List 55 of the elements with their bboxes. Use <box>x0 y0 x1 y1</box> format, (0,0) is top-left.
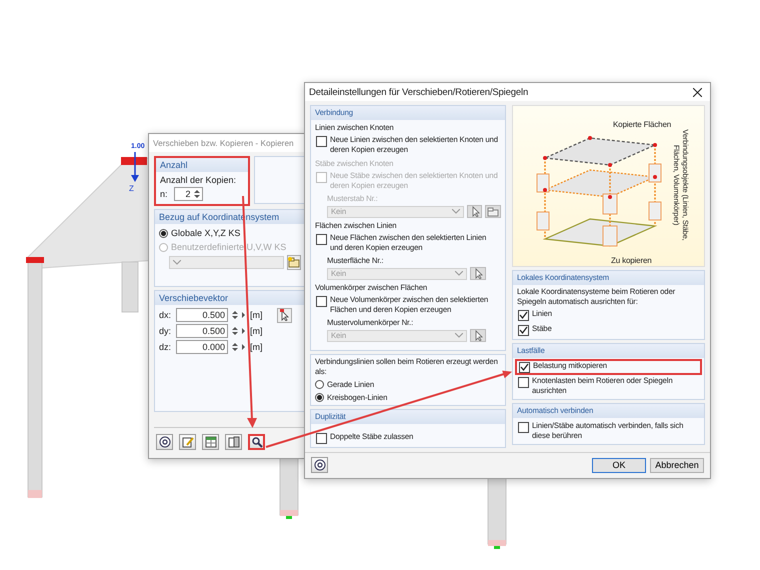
close-icon[interactable] <box>693 88 702 96</box>
illustration-label: Kopierte Flächen <box>613 120 672 129</box>
help-button[interactable] <box>156 434 173 450</box>
field-label: dz: <box>159 342 172 352</box>
search-button[interactable] <box>248 434 265 450</box>
spin-arrows-icon[interactable] <box>192 188 201 200</box>
chevron-down-icon <box>455 333 463 338</box>
chevron-down-icon <box>452 209 460 214</box>
window-title: Detaileinstellungen für Verschieben/Rotieren/Spiegeln <box>309 86 528 98</box>
axis-arrow-icon <box>131 152 139 182</box>
radio-label: Benutzerdefinierte U,V,W KS <box>171 242 286 252</box>
unit-label: [m] <box>250 326 264 336</box>
checkbox[interactable] <box>518 325 529 336</box>
field-label: dy: <box>159 326 172 336</box>
spin-arrows-icon[interactable] <box>231 325 247 337</box>
help-button[interactable] <box>311 457 328 473</box>
ok-button[interactable]: OK <box>592 458 646 472</box>
checkbox[interactable] <box>518 310 529 321</box>
group-title: Anzahl <box>156 158 248 172</box>
pick-button[interactable] <box>470 329 486 342</box>
spin-arrows-icon[interactable] <box>231 309 247 321</box>
checkbox[interactable] <box>519 362 530 373</box>
radio-label: Globale X,Y,Z KS <box>171 228 240 238</box>
unit-label: [m] <box>250 342 264 352</box>
pick-button[interactable] <box>470 267 486 280</box>
vector-input[interactable]: 0.500 <box>176 324 228 338</box>
axis-label: Z <box>129 184 134 193</box>
checkbox[interactable] <box>316 296 327 307</box>
radio-button[interactable] <box>315 380 324 388</box>
field-label: dx: <box>159 310 172 320</box>
chevron-down-icon <box>455 271 463 276</box>
checkbox[interactable] <box>316 234 327 245</box>
view-button[interactable] <box>225 434 242 450</box>
vector-input[interactable]: 0.000 <box>176 340 228 354</box>
checkbox[interactable] <box>316 433 327 444</box>
checkbox[interactable] <box>316 136 327 147</box>
new-coordinate-system-button[interactable] <box>286 255 301 270</box>
pick-button[interactable] <box>277 308 292 322</box>
checkbox[interactable] <box>518 422 529 433</box>
window-title: Verschieben bzw. Kopieren - Kopieren <box>149 134 306 152</box>
radio-button[interactable] <box>159 228 168 238</box>
field-label: n: <box>160 189 168 199</box>
edit-button[interactable] <box>179 434 196 450</box>
chevron-down-icon <box>173 260 181 265</box>
vector-input[interactable]: 0.500 <box>176 308 228 322</box>
group-title: Verschiebevektor <box>155 291 305 305</box>
count-spinbox[interactable]: 2 <box>174 187 203 201</box>
radio-button[interactable] <box>315 392 324 402</box>
field-label: Anzahl der Kopien: <box>160 175 238 185</box>
illustration-label: Zu kopieren <box>611 256 652 265</box>
cancel-button[interactable]: Abbrechen <box>650 458 704 472</box>
checkbox[interactable] <box>518 377 529 388</box>
spin-arrows-icon[interactable] <box>231 341 247 353</box>
unit-label: [m] <box>250 310 264 320</box>
table-button[interactable] <box>202 434 219 450</box>
